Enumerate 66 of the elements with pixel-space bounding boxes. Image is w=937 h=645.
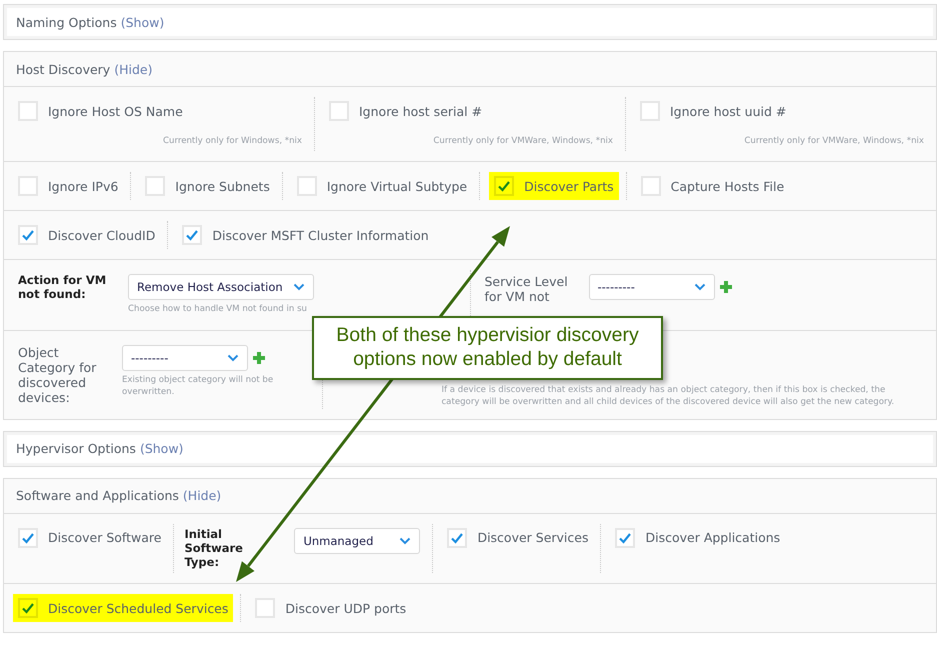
option-label: Discover Applications bbox=[645, 530, 780, 546]
checkbox[interactable] bbox=[18, 528, 38, 548]
checkbox[interactable] bbox=[182, 225, 202, 246]
toggle-link[interactable]: (Show) bbox=[140, 441, 184, 456]
hint-text: Currently only for VMWare, Windows, *nix bbox=[433, 135, 613, 148]
check-icon bbox=[450, 530, 464, 545]
toggle-link[interactable]: (Hide) bbox=[182, 488, 222, 504]
chevron-icon bbox=[399, 536, 412, 545]
option-label: Ignore Host OS Name bbox=[48, 104, 183, 118]
option-label: Discover UDP ports bbox=[285, 600, 406, 616]
option-label: Ignore host serial # bbox=[359, 104, 482, 118]
option-label: Discover Software bbox=[48, 530, 162, 546]
check-icon bbox=[618, 530, 632, 545]
checkbox[interactable] bbox=[296, 176, 317, 196]
checkbox[interactable] bbox=[18, 176, 38, 196]
checkbox[interactable] bbox=[640, 101, 660, 121]
hint-text: Currently only for VMWare, Windows, *nix bbox=[744, 135, 924, 148]
dropdown[interactable]: Remove Host Association bbox=[128, 274, 314, 300]
plus-icon[interactable] bbox=[253, 352, 265, 364]
callout: Both of these hypervisior discovery options now enabled by default bbox=[312, 316, 663, 380]
toggle-link[interactable]: (Hide) bbox=[114, 62, 152, 76]
checkbox[interactable] bbox=[255, 598, 276, 618]
section-title: Host Discovery bbox=[16, 62, 110, 76]
field-label: Object Category for discovered devices: bbox=[18, 344, 98, 405]
checkbox[interactable] bbox=[145, 176, 166, 196]
option-label: Discover CloudID bbox=[48, 228, 156, 243]
section-title: Hypervisor Options bbox=[16, 441, 136, 456]
option-label: Discover MSFT Cluster Information bbox=[212, 228, 429, 243]
checkbox[interactable] bbox=[18, 225, 38, 246]
chevron-icon bbox=[694, 283, 706, 292]
hint-text: Existing object category will not be overwritten. bbox=[122, 374, 274, 399]
option-label: Ignore host uuid # bbox=[670, 104, 786, 118]
chevron-icon bbox=[292, 283, 305, 292]
check-icon bbox=[21, 601, 35, 616]
check-icon bbox=[21, 530, 35, 545]
option-label: Ignore Subnets bbox=[175, 178, 270, 194]
checkbox[interactable] bbox=[329, 101, 349, 121]
hint-text: If a device is discovered that exists and already has an object category, then if this box is checked, the category will be overwritten and all child devices of the discovered device will also get the new category. bbox=[441, 384, 896, 409]
plus-icon[interactable] bbox=[720, 281, 732, 294]
option-label: Discover Services bbox=[477, 530, 588, 546]
field-label: Initial Software Type: bbox=[184, 528, 244, 570]
toggle-link[interactable]: (Show) bbox=[120, 14, 164, 30]
option-label: Ignore Virtual Subtype bbox=[326, 178, 468, 194]
dropdown[interactable]: --------- bbox=[122, 344, 248, 371]
checkbox[interactable] bbox=[18, 598, 38, 618]
hint-text: Choose how to handle VM not found in su bbox=[128, 303, 308, 316]
field-label: Service Level for VM not bbox=[484, 274, 569, 304]
option-label: Discover Scheduled Services bbox=[48, 600, 228, 616]
checkbox[interactable] bbox=[615, 528, 636, 548]
section-title: Naming Options bbox=[16, 14, 117, 30]
check-icon bbox=[497, 179, 512, 194]
field-label: Action for VM not found: bbox=[18, 274, 108, 302]
chevron-icon bbox=[227, 354, 239, 362]
checkbox[interactable] bbox=[494, 176, 514, 196]
section-title: Software and Applications bbox=[16, 488, 179, 504]
option-label: Capture Hosts File bbox=[670, 178, 784, 194]
dropdown[interactable]: --------- bbox=[588, 274, 714, 300]
check-icon bbox=[185, 228, 200, 242]
option-label: Discover Parts bbox=[524, 178, 614, 194]
checkbox[interactable] bbox=[18, 101, 38, 121]
checkbox[interactable] bbox=[640, 176, 661, 196]
dropdown[interactable]: Unmanaged bbox=[294, 528, 420, 554]
hint-text: Currently only for Windows, *nix bbox=[163, 135, 302, 148]
check-icon bbox=[21, 228, 35, 242]
option-label: Ignore IPv6 bbox=[48, 178, 118, 194]
checkbox[interactable] bbox=[447, 528, 468, 548]
